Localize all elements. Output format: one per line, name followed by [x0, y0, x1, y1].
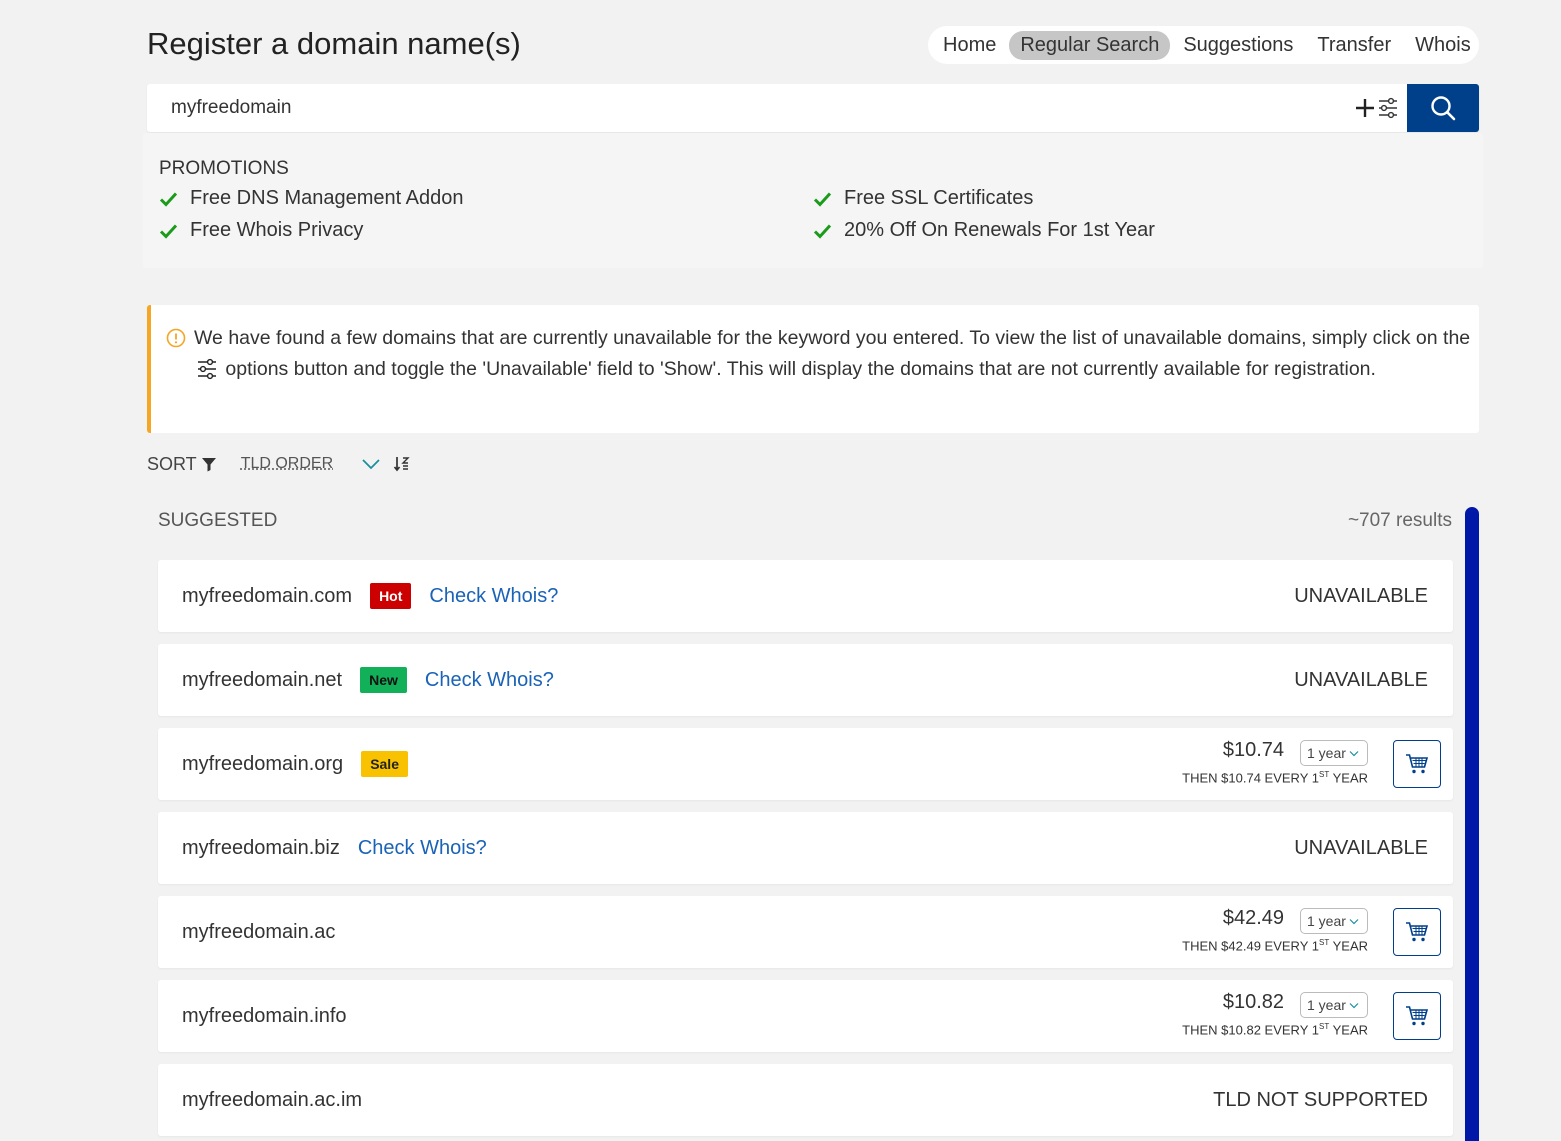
page-title: Register a domain name(s) [147, 26, 521, 61]
chevron-down-icon [1349, 1002, 1359, 1008]
checkmark-icon [813, 223, 832, 239]
renewal-text: THEN $42.49 EVERY 1ST YEAR [1182, 938, 1368, 954]
domain-name: myfreedomain.org [182, 752, 344, 775]
term-select[interactable]: 1 year [1300, 908, 1368, 934]
domain-search-input[interactable] [147, 84, 1355, 132]
renewal-text: THEN $10.82 EVERY 1ST YEAR [1182, 1022, 1368, 1038]
alert-message: We have found a few domains that are cur… [194, 323, 1474, 385]
domain-search-bar [147, 84, 1479, 132]
price-block: $10.82 1 year THEN $10.82 EVERY 1ST YEAR [1138, 990, 1368, 1042]
alert-text-after: options button and toggle the 'Unavailab… [225, 358, 1376, 380]
sale-badge: Sale [361, 751, 408, 777]
results-scrollbar[interactable] [1465, 507, 1479, 1141]
domain-row: myfreedomain.org Sale $10.74 1 year THEN… [158, 728, 1453, 800]
term-select[interactable]: 1 year [1300, 992, 1368, 1018]
promo-label: 20% Off On Renewals For 1st Year [844, 219, 1155, 241]
domain-row: myfreedomain.ac.im TLD NOT SUPPORTED [158, 1064, 1453, 1136]
warning-circle-icon [166, 328, 186, 348]
unavailable-domains-alert: We have found a few domains that are cur… [147, 305, 1479, 433]
sliders-icon [198, 358, 216, 380]
check-whois-link[interactable]: Check Whois? [429, 585, 558, 608]
price: $10.74 [1222, 739, 1284, 761]
availability-status: UNAVAILABLE [1294, 584, 1428, 607]
promo-label: Free SSL Certificates [844, 187, 1034, 209]
add-to-cart-button[interactable] [1393, 992, 1441, 1040]
top-navigation: Home Regular Search Suggestions Transfer… [928, 26, 1479, 64]
checkmark-icon [159, 223, 178, 239]
search-options-button[interactable] [1355, 97, 1399, 119]
price: $42.49 [1222, 907, 1284, 929]
nav-whois[interactable]: Whois [1404, 31, 1482, 60]
renewal-text: THEN $10.74 EVERY 1ST YEAR [1182, 770, 1368, 786]
search-button[interactable] [1407, 84, 1479, 132]
domain-name: myfreedomain.biz [182, 836, 340, 859]
results-list: SUGGESTED ~707 results myfreedomain.com … [147, 500, 1464, 1141]
domain-row: myfreedomain.biz Check Whois? UNAVAILABL… [158, 812, 1453, 884]
nav-suggestions[interactable]: Suggestions [1172, 31, 1304, 60]
nav-transfer[interactable]: Transfer [1306, 31, 1402, 60]
promo-item: Free SSL Certificates [813, 187, 1033, 210]
domain-row: myfreedomain.net New Check Whois? UNAVAI… [158, 644, 1453, 716]
chevron-down-icon [1349, 918, 1359, 924]
results-count: ~707 results [1347, 510, 1452, 531]
availability-status: UNAVAILABLE [1294, 836, 1428, 859]
domain-name: myfreedomain.ac.im [182, 1088, 363, 1111]
promo-label: Free DNS Management Addon [190, 187, 464, 209]
promo-item: Free DNS Management Addon [159, 187, 464, 210]
term-value: 1 year [1307, 745, 1346, 761]
check-whois-link[interactable]: Check Whois? [425, 669, 554, 692]
search-icon [1431, 96, 1456, 121]
suggested-section-label: SUGGESTED [158, 510, 278, 531]
sort-bar: SORT TLD ORDER [147, 452, 411, 476]
cart-icon [1406, 1006, 1429, 1026]
checkmark-icon [159, 191, 178, 207]
domain-row: myfreedomain.com Hot Check Whois? UNAVAI… [158, 560, 1453, 632]
domain-row: myfreedomain.ac $42.49 1 year THEN $42.4… [158, 896, 1453, 968]
price: $10.82 [1222, 991, 1284, 1013]
add-to-cart-button[interactable] [1393, 908, 1441, 956]
domain-name: myfreedomain.net [182, 668, 343, 691]
domain-name: myfreedomain.ac [182, 920, 336, 943]
checkmark-icon [813, 191, 832, 207]
sliders-icon [1379, 97, 1397, 119]
hot-badge: Hot [370, 583, 412, 609]
price-block: $10.74 1 year THEN $10.74 EVERY 1ST YEAR [1138, 738, 1368, 790]
promotions-panel: PROMOTIONS Free DNS Management Addon Fre… [143, 133, 1483, 268]
cart-icon [1406, 922, 1429, 942]
domain-name: myfreedomain.info [182, 1004, 347, 1027]
check-whois-link[interactable]: Check Whois? [358, 837, 487, 860]
plus-icon [1356, 99, 1374, 117]
nav-regular-search[interactable]: Regular Search [1009, 30, 1171, 60]
availability-status: TLD NOT SUPPORTED [1213, 1088, 1428, 1111]
nav-home[interactable]: Home [932, 31, 1007, 60]
domain-name: myfreedomain.com [182, 584, 353, 607]
cart-icon [1406, 754, 1429, 774]
filter-icon[interactable] [201, 456, 217, 472]
sort-select[interactable]: TLD ORDER [241, 455, 333, 473]
price-block: $42.49 1 year THEN $42.49 EVERY 1ST YEAR [1138, 906, 1368, 958]
promo-item: 20% Off On Renewals For 1st Year [813, 219, 1155, 242]
new-badge: New [360, 667, 407, 693]
chevron-down-icon[interactable] [361, 457, 381, 471]
add-to-cart-button[interactable] [1393, 740, 1441, 788]
term-value: 1 year [1307, 913, 1346, 929]
promotions-title: PROMOTIONS [159, 158, 289, 179]
term-value: 1 year [1307, 997, 1346, 1013]
chevron-down-icon [1349, 750, 1359, 756]
sort-label: SORT [147, 453, 197, 474]
term-select[interactable]: 1 year [1300, 740, 1368, 766]
availability-status: UNAVAILABLE [1294, 668, 1428, 691]
sort-direction-icon[interactable] [393, 455, 411, 473]
alert-text-before: We have found a few domains that are cur… [194, 327, 1471, 349]
domain-row: myfreedomain.info $10.82 1 year THEN $10… [158, 980, 1453, 1052]
promo-item: Free Whois Privacy [159, 219, 363, 242]
promo-label: Free Whois Privacy [190, 219, 364, 241]
